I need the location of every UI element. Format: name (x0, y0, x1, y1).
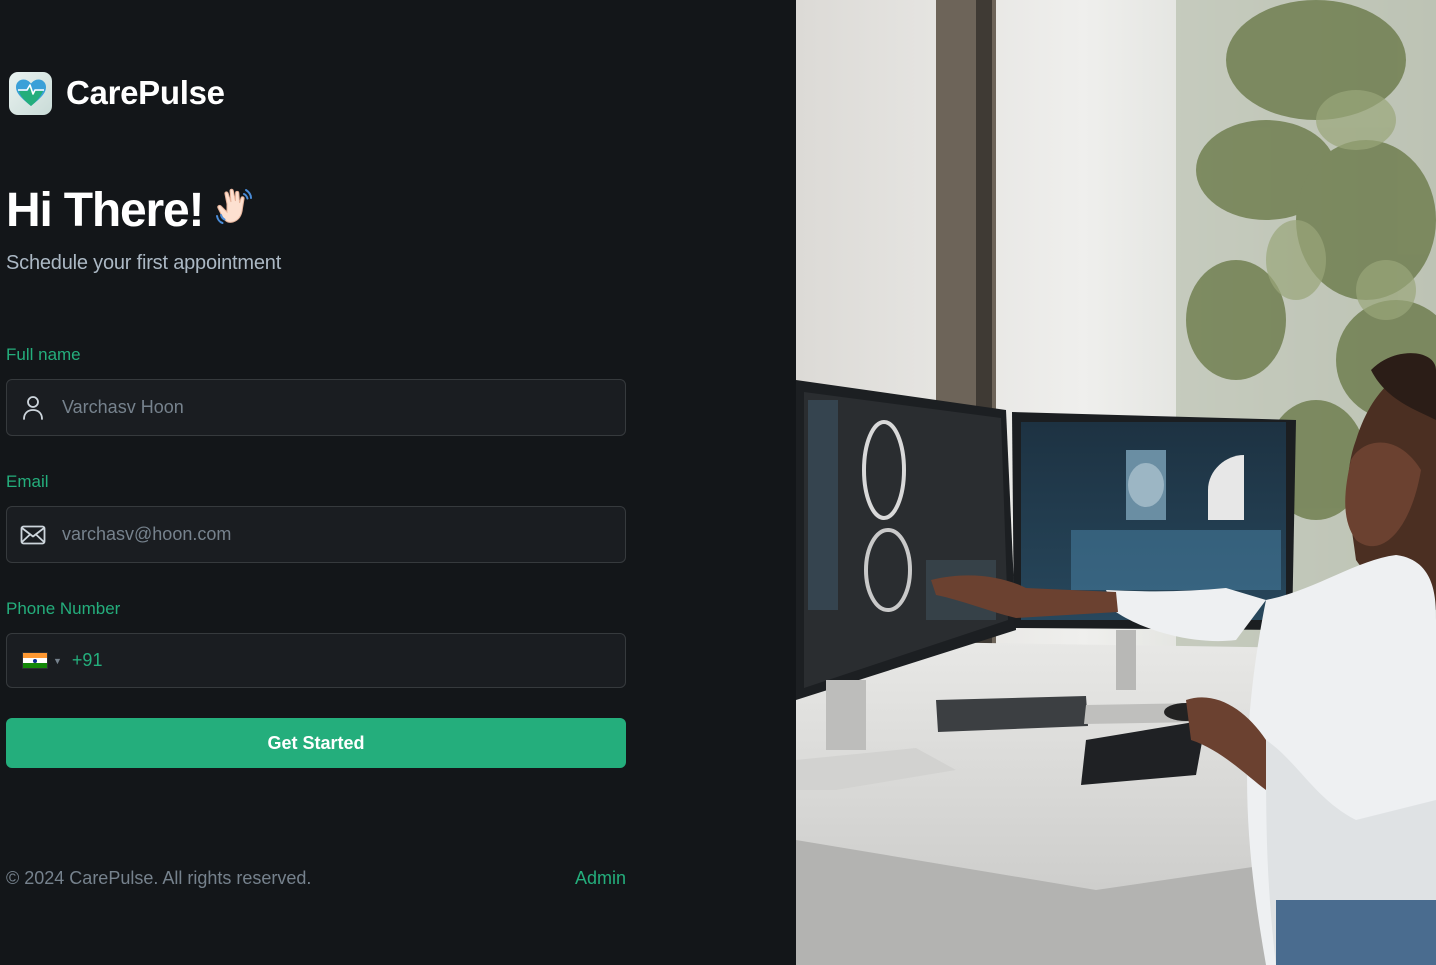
page-subtitle: Schedule your first appointment (6, 252, 282, 274)
full-name-field[interactable] (6, 379, 626, 436)
email-input[interactable] (59, 507, 625, 562)
waving-hand-icon (213, 184, 259, 242)
phone-label: Phone Number (6, 599, 121, 618)
admin-link[interactable]: Admin (575, 868, 626, 889)
brand-name: CarePulse (66, 74, 225, 111)
brand: CarePulse (9, 71, 225, 115)
hero-image (796, 0, 1436, 965)
get-started-button[interactable]: Get Started (6, 718, 626, 768)
india-flag-icon[interactable] (22, 652, 48, 669)
mail-icon (7, 525, 59, 545)
phone-dial-code[interactable]: +91 (72, 650, 103, 671)
copyright-text: © 2024 CarePulse. All rights reserved. (6, 868, 312, 888)
phone-field[interactable]: ▼ +91 (6, 633, 626, 688)
chevron-down-icon[interactable]: ▼ (53, 656, 62, 666)
full-name-label: Full name (6, 345, 81, 364)
user-icon (7, 395, 59, 421)
onboarding-panel: CarePulse Hi There! Schedule your first … (0, 0, 796, 965)
carepulse-logo-icon (9, 71, 52, 115)
page-title: Hi There! (6, 178, 259, 242)
hero-title-text: Hi There! (6, 183, 204, 237)
email-field[interactable] (6, 506, 626, 563)
email-label: Email (6, 472, 49, 491)
full-name-input[interactable] (59, 380, 625, 435)
